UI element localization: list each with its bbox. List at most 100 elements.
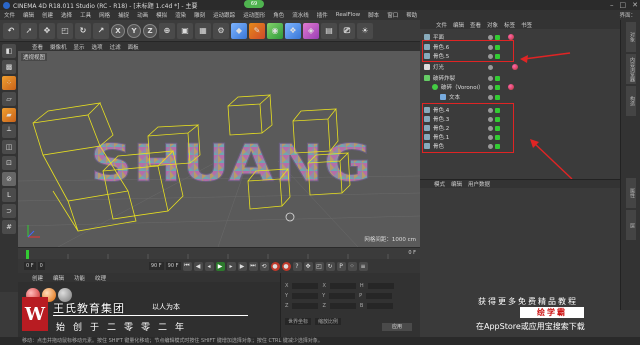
prev-frame-icon[interactable]: ◂ [204,261,214,271]
model-mode-icon[interactable]: ◧ [2,44,16,58]
light-icon[interactable]: ☀ [357,22,373,39]
viewport-menu-filter[interactable]: 过滤 [110,43,121,51]
coord-mode-select[interactable]: 世界坐标 [285,318,312,325]
material-menu-edit[interactable]: 编辑 [53,274,64,282]
timeline-ruler[interactable]: 0 F [18,247,420,260]
array-icon[interactable]: ❖ [285,22,301,39]
timeline-start-field[interactable]: 0 F [24,262,36,270]
scale-icon[interactable]: ◰ [57,22,73,39]
floor-icon[interactable]: ▤ [321,22,337,39]
cube-object-icon[interactable]: ◆ [231,22,247,39]
menu-create[interactable]: 创建 [42,11,53,19]
attr-menu-user-data[interactable]: 用户数据 [468,180,490,188]
play-icon[interactable]: ▶ [215,261,225,271]
viewport-menu-display[interactable]: 显示 [74,43,85,51]
lock-icon[interactable]: ⊘ [2,172,16,186]
menu-pipeline[interactable]: 流水线 [292,11,309,19]
snap-icon[interactable]: ⊡ [2,156,16,170]
coord-pos-y[interactable] [292,293,319,299]
workplane-icon[interactable]: ◫ [2,140,16,154]
apply-button[interactable]: 应用 [382,323,412,331]
camera-icon[interactable]: ⎚ [339,22,355,39]
record-icon[interactable]: ● [270,261,280,271]
timeline-menu-icon[interactable]: ≡ [358,261,368,271]
grid-icon[interactable]: # [2,220,16,234]
tab-content-browser[interactable]: 内容浏览器 [626,54,636,84]
timeline-max-field[interactable]: 90 F [148,262,164,270]
menu-file[interactable]: 文件 [4,11,15,19]
cage-5[interactable] [227,94,273,136]
viewport-menu-options[interactable]: 选项 [92,43,103,51]
coord-pos-z[interactable] [292,303,319,309]
menu-script[interactable]: 脚本 [368,11,379,19]
coord-rot-p[interactable] [366,293,393,299]
minimize-icon[interactable]: – [610,1,614,9]
position-key-icon[interactable]: ✥ [303,261,313,271]
render-picture-viewer-icon[interactable]: ▦ [195,22,211,39]
menu-tools[interactable]: 工具 [80,11,91,19]
menu-snap[interactable]: 捕捉 [118,11,129,19]
tab-attributes[interactable]: 属性 [626,178,636,208]
timeline-end-field[interactable]: 90 F [165,262,181,270]
rotate-icon[interactable]: ↻ [75,22,91,39]
keyframe-selection-icon[interactable]: ? [292,261,302,271]
menu-plugins[interactable]: 插件 [317,11,328,19]
menu-window[interactable]: 窗口 [387,11,398,19]
edges-mode-icon[interactable]: ▱ [2,92,16,106]
timeline-min-field[interactable]: 0 [37,262,45,270]
notification-badge[interactable]: 69 [244,0,264,8]
next-frame-icon[interactable]: ▸ [226,261,236,271]
om-menu-view[interactable]: 查看 [470,21,481,29]
deformer-icon[interactable]: ◈ [303,22,319,39]
texture-mode-icon[interactable]: ▩ [2,60,16,74]
close-icon[interactable]: ✕ [632,1,638,9]
pen-spline-icon[interactable]: ✎ [249,22,265,39]
subdivision-icon[interactable]: ◉ [267,22,283,39]
points-mode-icon[interactable]: ⁘ [2,76,16,90]
l-shape-icon[interactable]: L [2,188,16,202]
move-icon[interactable]: ✥ [39,22,55,39]
menu-character[interactable]: 角色 [273,11,284,19]
tab-layers[interactable]: 层 [626,210,636,240]
pla-key-icon[interactable]: ⁘ [347,261,357,271]
attr-menu-edit[interactable]: 编辑 [451,180,462,188]
om-menu-tags[interactable]: 标签 [504,21,515,29]
menu-help[interactable]: 帮助 [406,11,417,19]
loop-icon[interactable]: ⟲ [259,261,269,271]
viewport-menu-view[interactable]: 查看 [32,43,43,51]
viewport-menu-cameras[interactable]: 摄像机 [50,43,67,51]
menu-simulate[interactable]: 模拟 [156,11,167,19]
next-key-icon[interactable]: ▶ [237,261,247,271]
om-menu-bookmarks[interactable]: 书签 [521,21,532,29]
layout-label[interactable]: 界面： [619,11,636,19]
menu-mograph[interactable]: 运动图形 [243,11,265,19]
om-menu-edit[interactable]: 编辑 [453,21,464,29]
menu-select[interactable]: 选择 [61,11,72,19]
perspective-viewport[interactable]: SHUANG 透视视图 网格间距：1000 cm [18,51,420,247]
param-key-icon[interactable]: P [336,261,346,271]
selection-handle[interactable] [285,212,295,222]
coord-size-y[interactable] [329,293,356,299]
magnet-icon[interactable]: ⊃ [2,204,16,218]
maximize-icon[interactable]: □ [620,1,627,9]
material-menu-create[interactable]: 创建 [32,274,43,282]
coord-scale-select[interactable]: 缩放比例 [315,318,342,325]
playhead[interactable] [26,250,29,259]
axis-z-button[interactable]: Z [143,23,157,38]
auto-key-icon[interactable]: ● [281,261,291,271]
coordinate-system-icon[interactable]: ⊕ [159,22,175,39]
om-menu-objects[interactable]: 对象 [487,21,498,29]
menu-sculpt[interactable]: 雕刻 [194,11,205,19]
attr-menu-mode[interactable]: 模式 [434,180,445,188]
axis-mode-icon[interactable]: ┴ [2,124,16,138]
material-menu-texture[interactable]: 纹理 [95,274,106,282]
menu-realflow[interactable]: RealFlow [336,12,360,18]
menu-motion-tracking[interactable]: 运动跟踪 [213,11,235,19]
tab-objects[interactable]: 对象 [626,22,636,52]
axis-y-button[interactable]: Y [127,23,141,38]
prev-key-icon[interactable]: ◀ [193,261,203,271]
menu-animate[interactable]: 动画 [137,11,148,19]
coord-rot-h[interactable] [367,283,394,289]
viewport-menu-panel[interactable]: 面板 [128,43,139,51]
scale-key-icon[interactable]: ◰ [314,261,324,271]
